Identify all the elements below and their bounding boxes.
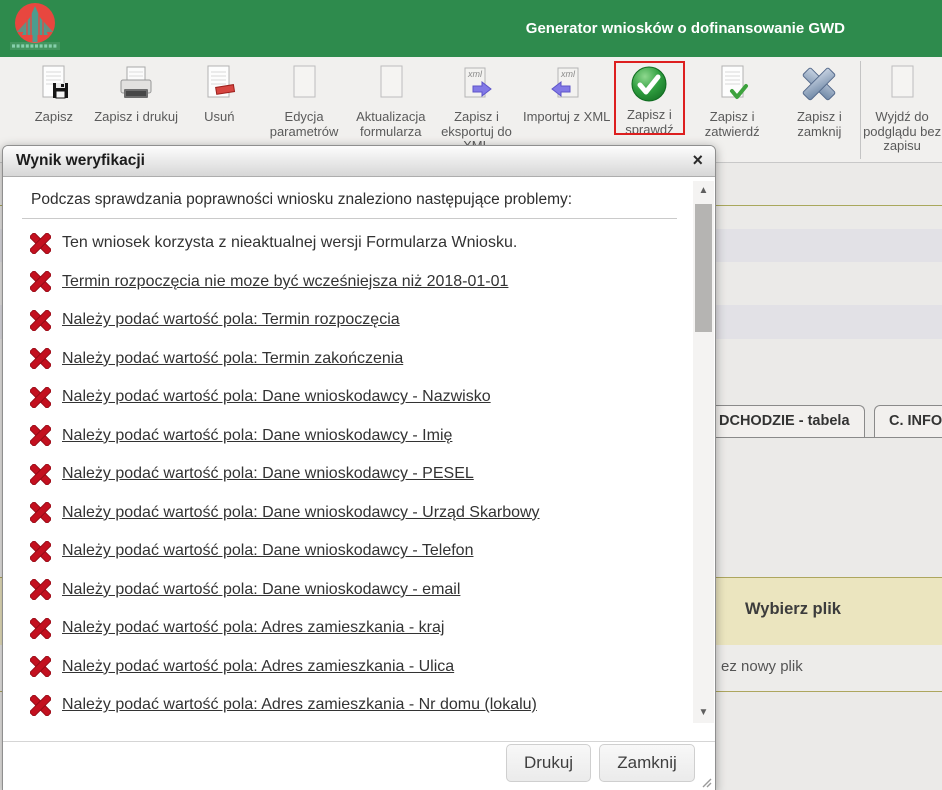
error-x-icon [30, 348, 51, 369]
scrollbar-thumb[interactable] [695, 204, 712, 332]
dialog-scrollbar[interactable]: ▲ ▼ [693, 181, 714, 723]
error-item: Należy podać wartość pola: Adres zamiesz… [3, 686, 715, 725]
error-link[interactable]: Należy podać wartość pola: Dane wnioskod… [62, 465, 474, 483]
document-icon [281, 63, 327, 109]
toolbar-button-label: Wyjdź do podglądu bez zapisu [862, 110, 942, 154]
toolbar-button-aktualizacja-formularza[interactable]: Aktualizacja formularza [348, 61, 434, 139]
toolbar-button-importuj-xml[interactable]: xml Importuj z XML [519, 61, 614, 125]
svg-text:xml: xml [467, 69, 483, 79]
dialog-intro-text: Podczas sprawdzania poprawności wniosku … [31, 191, 715, 209]
document-icon [879, 63, 925, 109]
toolbar-button-zapisz-i-zatwierdz[interactable]: Zapisz i zatwierdź [685, 61, 780, 139]
error-link[interactable]: Należy podać wartość pola: Dane wnioskod… [62, 581, 460, 599]
error-x-icon [30, 502, 51, 523]
toolbar-button-edycja-parametrow[interactable]: Edycja parametrów [260, 61, 348, 139]
error-x-icon [30, 656, 51, 677]
dialog-title: Wynik weryfikacji [16, 146, 145, 176]
toolbar-button-zapisz[interactable]: Zapisz [14, 61, 94, 125]
error-item: Należy podać wartość pola: Dane wnioskod… [3, 417, 715, 456]
toolbar-button-zapisz-i-sprawdz[interactable]: Zapisz i sprawdź [614, 61, 685, 135]
dialog-footer-divider [3, 741, 715, 742]
toolbar-button-usun[interactable]: Usuń [178, 61, 260, 125]
print-button[interactable]: Drukuj [506, 744, 591, 782]
error-x-icon [30, 464, 51, 485]
scroll-up-icon[interactable]: ▲ [693, 181, 714, 201]
error-x-icon [30, 618, 51, 639]
toolbar-button-label: Zapisz i drukuj [94, 110, 178, 125]
error-item: Należy podać wartość pola: Termin rozpoc… [3, 301, 715, 340]
error-link[interactable]: Należy podać wartość pola: Adres zamiesz… [62, 696, 537, 714]
error-link[interactable]: Należy podać wartość pola: Termin rozpoc… [62, 311, 400, 329]
tab-dochodzie-tabela[interactable]: DCHODZIE - tabela [704, 405, 865, 437]
close-x-icon [796, 63, 842, 109]
error-text: Ten wniosek korzysta z nieaktualnej wers… [62, 234, 517, 252]
toolbar-button-zapisz-i-zamknij[interactable]: Zapisz i zamknij [780, 61, 860, 139]
approve-icon [709, 63, 755, 109]
error-link[interactable]: Należy podać wartość pola: Dane wnioskod… [62, 388, 491, 406]
toolbar-button-label: Edycja parametrów [260, 110, 348, 139]
dialog-separator [22, 218, 677, 219]
choose-file-button[interactable]: Wybierz plik [745, 600, 841, 619]
error-item: Należy podać wartość pola: Dane wnioskod… [3, 571, 715, 610]
error-x-icon [30, 695, 51, 716]
toolbar-button-label: Importuj z XML [523, 110, 610, 125]
error-link[interactable]: Należy podać wartość pola: Dane wnioskod… [62, 504, 540, 522]
toolbar-button-label: Zapisz i sprawdź [617, 108, 682, 135]
error-item: Należy podać wartość pola: Termin zakońc… [3, 340, 715, 379]
toolbar-button-label: Usuń [204, 110, 234, 125]
svg-text:xml: xml [560, 69, 576, 79]
error-item: Należy podać wartość pola: Adres zamiesz… [3, 609, 715, 648]
error-x-icon [30, 233, 51, 254]
resize-handle-icon[interactable] [699, 775, 712, 788]
delete-icon [196, 63, 242, 109]
save-icon [31, 63, 77, 109]
app-header: Generator wniosków o dofinansowanie GWD [0, 0, 942, 57]
error-x-icon [30, 425, 51, 446]
toolbar-button-label: Zapisz i zatwierdź [685, 110, 780, 139]
close-icon[interactable]: × [688, 146, 707, 175]
check-circle-icon [626, 63, 672, 107]
xml-export-icon: xml [453, 63, 499, 109]
scroll-down-icon[interactable]: ▼ [693, 703, 714, 723]
error-link[interactable]: Termin rozpoczęcia nie moze być wcześnie… [62, 273, 508, 291]
toolbar-divider [860, 61, 861, 159]
toolbar-button-zapisz-eksportuj-xml[interactable]: xml Zapisz i eksportuj do XML [434, 61, 520, 154]
error-item: Ten wniosek korzysta z nieaktualnej wers… [3, 224, 715, 263]
toolbar-button-wyjdz-do-podgladu[interactable]: Wyjdź do podglądu bez zapisu [862, 61, 942, 154]
dialog-body: Podczas sprawdzania poprawności wniosku … [3, 177, 715, 725]
error-item: Należy podać wartość pola: Dane wnioskod… [3, 532, 715, 571]
nfosigw-logo [8, 2, 62, 52]
error-item: Należy podać wartość pola: Dane wnioskod… [3, 494, 715, 533]
xml-import-icon: xml [544, 63, 590, 109]
error-link[interactable]: Należy podać wartość pola: Dane wnioskod… [62, 542, 473, 560]
error-link[interactable]: Należy podać wartość pola: Adres zamiesz… [62, 658, 454, 676]
toolbar-button-label: Zapisz [35, 110, 73, 125]
file-row-label: ez nowy plik [721, 658, 803, 675]
app-title: Generator wniosków o dofinansowanie GWD [526, 20, 845, 37]
toolbar-button-label: Aktualizacja formularza [348, 110, 434, 139]
error-x-icon [30, 541, 51, 562]
error-x-icon [30, 310, 51, 331]
verification-dialog: Wynik weryfikacji × Podczas sprawdzania … [2, 145, 716, 790]
tab-c-informacje[interactable]: C. INFOR [874, 405, 942, 437]
toolbar-button-label: Zapisz i zamknij [780, 110, 860, 139]
error-x-icon [30, 271, 51, 292]
document-icon [368, 63, 414, 109]
close-button[interactable]: Zamknij [599, 744, 695, 782]
error-list: Ten wniosek korzysta z nieaktualnej wers… [3, 224, 715, 725]
dialog-titlebar[interactable]: Wynik weryfikacji × [3, 146, 715, 177]
app-window: DCHODZIE - tabela C. INFOR Wybierz plik … [0, 0, 942, 790]
error-item: Termin rozpoczęcia nie moze być wcześnie… [3, 263, 715, 302]
error-link[interactable]: Należy podać wartość pola: Dane wnioskod… [62, 427, 452, 445]
error-item: Należy podać wartość pola: Dane wnioskod… [3, 455, 715, 494]
error-link[interactable]: Należy podać wartość pola: Adres zamiesz… [62, 619, 444, 637]
print-icon [113, 63, 159, 109]
error-link[interactable]: Należy podać wartość pola: Termin zakońc… [62, 350, 403, 368]
error-item: Należy podać wartość pola: Adres zamiesz… [3, 648, 715, 687]
error-item: Należy podać wartość pola: Dane wnioskod… [3, 378, 715, 417]
error-x-icon [30, 387, 51, 408]
toolbar-button-zapisz-i-drukuj[interactable]: Zapisz i drukuj [94, 61, 179, 125]
error-x-icon [30, 579, 51, 600]
